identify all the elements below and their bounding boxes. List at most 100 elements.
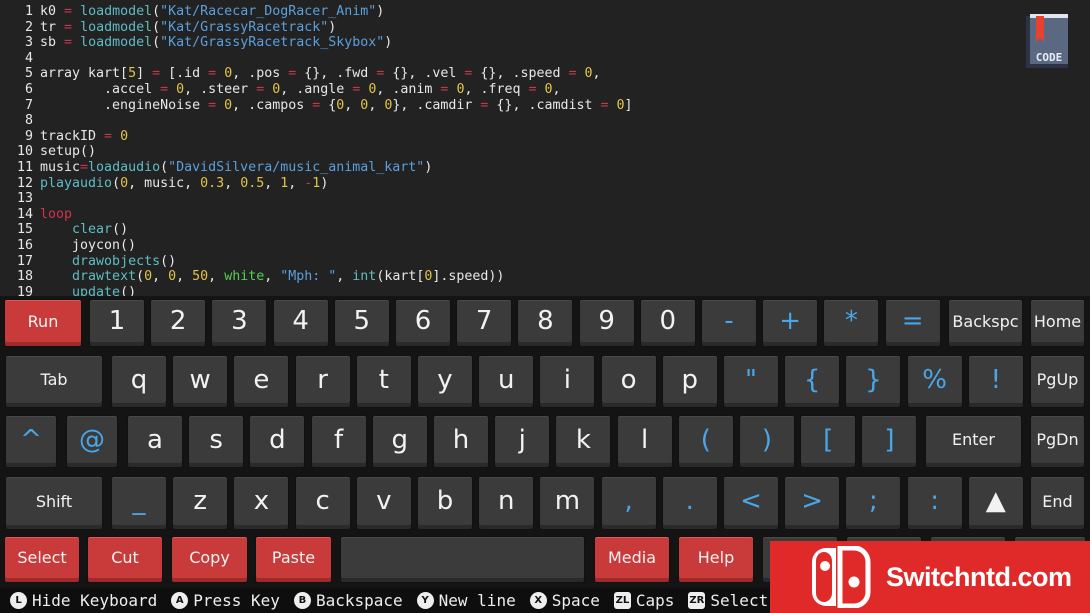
key-2[interactable]: 2 [150,299,207,347]
code-line[interactable]: array kart[5] = [.id = 0, .pos = {}, .fw… [40,66,601,82]
key-m[interactable]: m [539,476,596,530]
key-7[interactable]: 7 [456,299,513,347]
key-p[interactable]: p [661,355,718,408]
code-line[interactable]: update() [40,285,136,296]
key-0[interactable]: 0 [639,299,696,347]
key-w[interactable]: w [172,355,229,408]
key-pgup[interactable]: PgUp [1030,355,1085,408]
key-sym11[interactable]: < [723,476,779,530]
key-j[interactable]: j [494,415,551,468]
key-sym15[interactable]: ! [967,355,1024,408]
key-sym9[interactable]: , [600,476,657,530]
key-sym0[interactable]: ^ [5,415,57,468]
key-help[interactable]: Help [678,536,754,583]
key-sym13[interactable]: * [823,299,880,347]
code-editor[interactable]: 1 k0 = loadmodel("Kat/Racecar_DogRacer_An… [0,0,1090,296]
key-z[interactable]: z [172,476,229,530]
key-pgdn[interactable]: PgDn [1030,415,1085,468]
code-line[interactable]: loop [40,207,72,223]
key-sym13[interactable]: } [845,355,902,408]
code-line[interactable]: music=loadaudio("DavidSilvera/music_anim… [40,160,432,176]
key-cut[interactable]: Cut [87,536,163,583]
key-t[interactable]: t [355,355,412,408]
code-token-fn: loadmodel [80,19,153,35]
key-g[interactable]: g [371,415,428,468]
code-token-plain: , .anim [376,82,441,97]
key-c[interactable]: c [294,476,351,530]
code-line[interactable]: .accel = 0, .steer = 0, .angle = 0, .ani… [40,82,561,98]
key-f[interactable]: f [310,415,367,468]
key-home[interactable]: Home [1030,299,1085,347]
key-sym13[interactable]: ; [845,476,902,530]
code-line[interactable]: sb = loadmodel("Kat/GrassyRacetrack_Skyb… [40,35,392,51]
key-sym12[interactable]: ) [739,415,795,468]
key-v[interactable]: v [355,476,412,530]
key-shift[interactable]: Shift [5,476,103,530]
key-backspc[interactable]: Backspc [948,299,1023,347]
key-e[interactable]: e [233,355,290,408]
key-1[interactable]: 1 [89,299,145,347]
key-end[interactable]: End [1030,476,1085,530]
key-o[interactable]: o [600,355,657,408]
key-d[interactable]: d [249,415,306,468]
code-line[interactable]: tr = loadmodel("Kat/GrassyRacetrack") [40,20,336,36]
key-sym14[interactable]: % [906,355,963,408]
space-key[interactable] [340,536,585,583]
key-n[interactable]: n [478,476,535,530]
key-sym11[interactable]: ( [677,415,734,468]
code-line[interactable]: drawobjects() [40,254,176,270]
code-line[interactable]: .engineNoise = 0, .campos = {0, 0, 0}, .… [40,98,633,114]
key-sym10[interactable]: . [661,476,718,530]
code-line[interactable]: k0 = loadmodel("Kat/Racecar_DogRacer_Ani… [40,4,384,20]
key-9[interactable]: 9 [578,299,635,347]
key-sym1[interactable]: _ [111,476,167,530]
code-token-fn: clear [72,222,113,238]
key-sym15[interactable]: ▲ [967,476,1024,530]
key-sym12[interactable]: { [784,355,841,408]
code-line[interactable]: drawtext(0, 0, 50, white, "Mph: ", int(k… [40,269,504,285]
key-l[interactable]: l [616,415,673,468]
key-sym11[interactable]: " [723,355,779,408]
key-5[interactable]: 5 [333,299,390,347]
key-8[interactable]: 8 [517,299,574,347]
key-b[interactable]: b [417,476,473,530]
key-sym14[interactable]: : [906,476,963,530]
key-sym13[interactable]: [ [800,415,857,468]
code-token-plain: , .campos [232,97,313,113]
key-select[interactable]: Select [4,536,80,583]
key-copy[interactable]: Copy [171,536,248,583]
key-6[interactable]: 6 [395,299,451,347]
key-k[interactable]: k [555,415,612,468]
key-sym1[interactable]: @ [66,415,118,468]
key-sym12[interactable]: + [762,299,819,347]
code-line[interactable]: joycon() [40,238,136,254]
key-3[interactable]: 3 [211,299,268,347]
code-line[interactable]: playaudio(0, music, 0.3, 0.5, 1, -1) [40,176,328,192]
key-4[interactable]: 4 [272,299,329,347]
key-x[interactable]: x [233,476,290,530]
code-book-icon[interactable]: CODE [1022,12,1072,72]
key-run[interactable]: Run [4,299,82,347]
code-line[interactable]: trackID = 0 [40,129,128,145]
key-sym14[interactable]: ] [861,415,918,468]
key-q[interactable]: q [111,355,167,408]
key-h[interactable]: h [433,415,489,468]
key-sym12[interactable]: > [784,476,841,530]
key-s[interactable]: s [188,415,245,468]
key-r[interactable]: r [294,355,351,408]
key-paste[interactable]: Paste [255,536,332,583]
key-y[interactable]: y [417,355,473,408]
key-tab[interactable]: Tab [5,355,103,408]
code-line[interactable]: setup() [40,144,96,160]
key-a[interactable]: a [127,415,183,468]
key-enter[interactable]: Enter [925,415,1022,468]
key-i[interactable]: i [539,355,596,408]
key-u[interactable]: u [478,355,535,408]
code-token-num: 50 [192,269,209,285]
key-sym14[interactable]: = [884,299,941,347]
key-sym11[interactable]: - [701,299,757,347]
code-line[interactable]: clear() [40,222,128,238]
key-media[interactable]: Media [594,536,670,583]
